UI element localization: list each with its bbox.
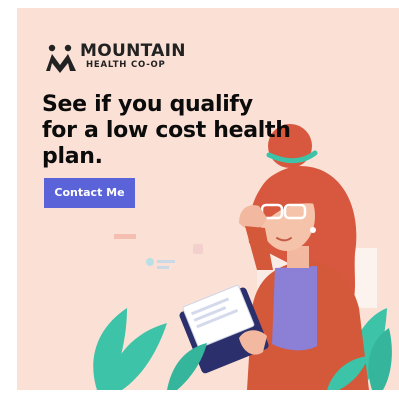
advertisement-banner[interactable]: MOUNTAIN HEALTH CO-OP See if you qualify… <box>17 8 399 390</box>
brand-wordmark: MOUNTAIN HEALTH CO-OP <box>80 41 186 71</box>
ad-headline: See if you qualify for a low cost health… <box>42 92 291 169</box>
brand-name: MOUNTAIN <box>80 41 186 61</box>
mountain-people-icon <box>46 44 76 73</box>
brand-tagline: HEALTH CO-OP <box>86 60 166 70</box>
contact-me-button[interactable]: Contact Me <box>44 178 135 208</box>
brand-logo: MOUNTAIN HEALTH CO-OP <box>44 43 186 73</box>
